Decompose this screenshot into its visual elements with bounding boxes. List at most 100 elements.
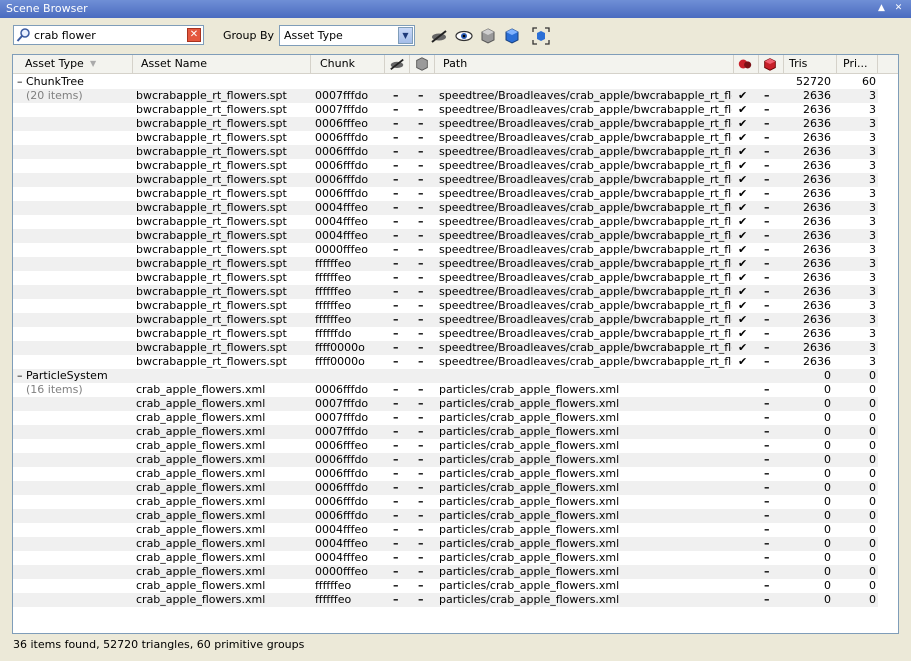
col-tris[interactable]: Tris xyxy=(784,55,837,73)
search-box: ✕ xyxy=(13,25,204,45)
table-row[interactable]: bwcrabapple_rt_flowers.spt 0006fffdo – – spe… xyxy=(13,187,878,201)
frozen-flag: – xyxy=(418,537,424,550)
col-frozen[interactable] xyxy=(410,55,435,73)
table-row[interactable]: bwcrabapple_rt_flowers.spt 0004fffeo – – spe… xyxy=(13,215,878,229)
reflection-flag: – xyxy=(764,145,770,158)
table-row[interactable]: bwcrabapple_rt_flowers.spt 0000fffeo – – spe… xyxy=(13,243,878,257)
table-row[interactable]: bwcrabapple_rt_flowers.spt ffffffeo – – spee… xyxy=(13,313,878,327)
col-asset-type[interactable]: Asset Type ▼ xyxy=(13,55,133,73)
row-tris: 0 xyxy=(824,383,831,396)
reflection-flag: – xyxy=(764,243,770,256)
frozen-flag: – xyxy=(418,313,424,326)
row-tris: 2636 xyxy=(803,103,831,116)
chunk-id: 0007fffdo xyxy=(315,397,369,410)
col-hidden[interactable] xyxy=(385,55,410,73)
reflection-flag: – xyxy=(764,565,770,578)
table-row[interactable]: crab_apple_flowers.xml 0006fffdo – – particl… xyxy=(13,467,878,481)
row-prims: 3 xyxy=(869,145,876,158)
table-row[interactable]: bwcrabapple_rt_flowers.spt ffffffeo – – spee… xyxy=(13,271,878,285)
table-row[interactable]: crab_apple_flowers.xml 0004fffeo – – particl… xyxy=(13,523,878,537)
row-prims: 3 xyxy=(869,271,876,284)
row-tris: 2636 xyxy=(803,173,831,186)
table-row[interactable]: crab_apple_flowers.xml 0006fffeo – – particl… xyxy=(13,439,878,453)
table-row[interactable]: bwcrabapple_rt_flowers.spt ffff0000o – – spe… xyxy=(13,341,878,355)
table-row[interactable]: bwcrabapple_rt_flowers.spt 0006fffdo – – spe… xyxy=(13,173,878,187)
group-item-count: (16 items) xyxy=(26,383,83,396)
pin-button[interactable]: ▲ xyxy=(875,2,888,15)
table-row[interactable]: bwcrabapple_rt_flowers.spt ffffffeo – – spee… xyxy=(13,299,878,313)
row-prims: 0 xyxy=(869,467,876,480)
check-icon xyxy=(738,397,754,411)
reflection-flag: – xyxy=(764,103,770,116)
col-chunk[interactable]: Chunk xyxy=(311,55,385,73)
row-prims: 0 xyxy=(869,495,876,508)
table-row[interactable]: crab_apple_flowers.xml 0006fffdo – – particl… xyxy=(13,453,878,467)
table-row[interactable]: bwcrabapple_rt_flowers.spt ffffffeo – – spee… xyxy=(13,285,878,299)
table-row[interactable]: crab_apple_flowers.xml 0004fffeo – – particl… xyxy=(13,551,878,565)
table-row[interactable]: crab_apple_flowers.xml 0007fffdo – – particl… xyxy=(13,411,878,425)
group-by-select[interactable]: Asset Type ▼ xyxy=(279,25,415,46)
table-row[interactable]: crab_apple_flowers.xml 0000fffeo – – particl… xyxy=(13,565,878,579)
table-row[interactable]: crab_apple_flowers.xml 0006fffdo – – particl… xyxy=(13,509,878,523)
reflection-flag: – xyxy=(764,327,770,340)
check-icon: ✔ xyxy=(738,243,748,256)
close-button[interactable]: ✕ xyxy=(892,2,905,15)
asset-name: crab_apple_flowers.xml xyxy=(136,537,266,550)
check-icon: ✔ xyxy=(738,131,748,144)
hidden-flag: – xyxy=(393,509,399,522)
col-asset-name[interactable]: Asset Name xyxy=(133,55,311,73)
table-row[interactable]: crab_apple_flowers.xml 0006fffdo – – particl… xyxy=(13,481,878,495)
table-row[interactable]: bwcrabapple_rt_flowers.spt 0006fffdo – – spe… xyxy=(13,145,878,159)
blue-cube-icon[interactable] xyxy=(503,27,521,45)
reflection-flag: – xyxy=(764,579,770,592)
col-path[interactable]: Path xyxy=(435,55,734,73)
table-row[interactable]: bwcrabapple_rt_flowers.spt 0006fffeo – – spe… xyxy=(13,117,878,131)
table-row[interactable]: bwcrabapple_rt_flowers.spt 0004fffeo – – spe… xyxy=(13,201,878,215)
asset-name: bwcrabapple_rt_flowers.spt xyxy=(136,229,287,242)
reflection-flag: – xyxy=(764,425,770,438)
table-row[interactable]: crab_apple_flowers.xml 0004fffeo – – particl… xyxy=(13,537,878,551)
group-row[interactable]: – ChunkTree 52720 60 xyxy=(13,75,878,89)
asset-path: speedtree/Broadleaves/crab_apple/bwcraba… xyxy=(439,257,732,270)
col-has-shadow[interactable] xyxy=(734,55,759,73)
row-prims: 3 xyxy=(869,327,876,340)
table-row[interactable]: crab_apple_flowers.xml ffffffeo – – particle… xyxy=(13,579,878,593)
chevron-down-icon[interactable]: ▼ xyxy=(398,27,413,44)
table-row[interactable]: crab_apple_flowers.xml 0007fffdo – – particl… xyxy=(13,425,878,439)
eye-icon[interactable] xyxy=(455,27,473,45)
search-input[interactable] xyxy=(34,27,180,43)
reflection-flag: – xyxy=(764,481,770,494)
table-row[interactable]: crab_apple_flowers.xml ffffffeo – – particle… xyxy=(13,593,878,607)
group-row[interactable]: – ParticleSystem 0 0 xyxy=(13,369,878,383)
clear-search-button[interactable]: ✕ xyxy=(187,28,201,42)
chunk-id: 0006fffdo xyxy=(315,187,369,200)
frozen-flag: – xyxy=(418,327,424,340)
table-row[interactable]: bwcrabapple_rt_flowers.spt 0007fffdo – – spe… xyxy=(13,103,878,117)
col-reflection[interactable] xyxy=(759,55,784,73)
table-row[interactable]: bwcrabapple_rt_flowers.spt ffffffdo – – spee… xyxy=(13,327,878,341)
group-by-label: Group By xyxy=(223,29,275,42)
col-prims[interactable]: Pri... xyxy=(837,55,878,73)
table-row[interactable]: bwcrabapple_rt_flowers.spt ffffffeo – – spee… xyxy=(13,257,878,271)
table-row[interactable]: bwcrabapple_rt_flowers.spt 0004fffeo – – spe… xyxy=(13,229,878,243)
asset-path: speedtree/Broadleaves/crab_apple/bwcraba… xyxy=(439,243,732,256)
group-collapse-toggle[interactable]: – xyxy=(17,75,23,89)
row-tris: 2636 xyxy=(803,215,831,228)
chunk-id: 0004fffeo xyxy=(315,201,368,214)
hidden-flag: – xyxy=(393,481,399,494)
table-row[interactable]: crab_apple_flowers.xml 0007fffdo – – particl… xyxy=(13,397,878,411)
table-row[interactable]: bwcrabapple_rt_flowers.spt ffff0000o – – spe… xyxy=(13,355,878,369)
asset-name: crab_apple_flowers.xml xyxy=(136,397,266,410)
table-row[interactable]: (16 items) crab_apple_flowers.xml 0006fffd… xyxy=(13,383,878,397)
focus-cube-icon[interactable] xyxy=(532,27,550,45)
table-row[interactable]: (20 items) bwcrabapple_rt_flowers.spt 0007… xyxy=(13,89,878,103)
row-prims: 3 xyxy=(869,103,876,116)
reflection-flag: – xyxy=(764,397,770,410)
table-row[interactable]: bwcrabapple_rt_flowers.spt 0006fffdo – – spe… xyxy=(13,159,878,173)
check-icon: ✔ xyxy=(738,103,748,116)
gray-cube-icon[interactable] xyxy=(479,27,497,45)
group-collapse-toggle[interactable]: – xyxy=(17,369,23,383)
hide-icon[interactable] xyxy=(430,27,448,45)
table-row[interactable]: crab_apple_flowers.xml 0006fffdo – – particl… xyxy=(13,495,878,509)
table-row[interactable]: bwcrabapple_rt_flowers.spt 0006fffdo – – spe… xyxy=(13,131,878,145)
